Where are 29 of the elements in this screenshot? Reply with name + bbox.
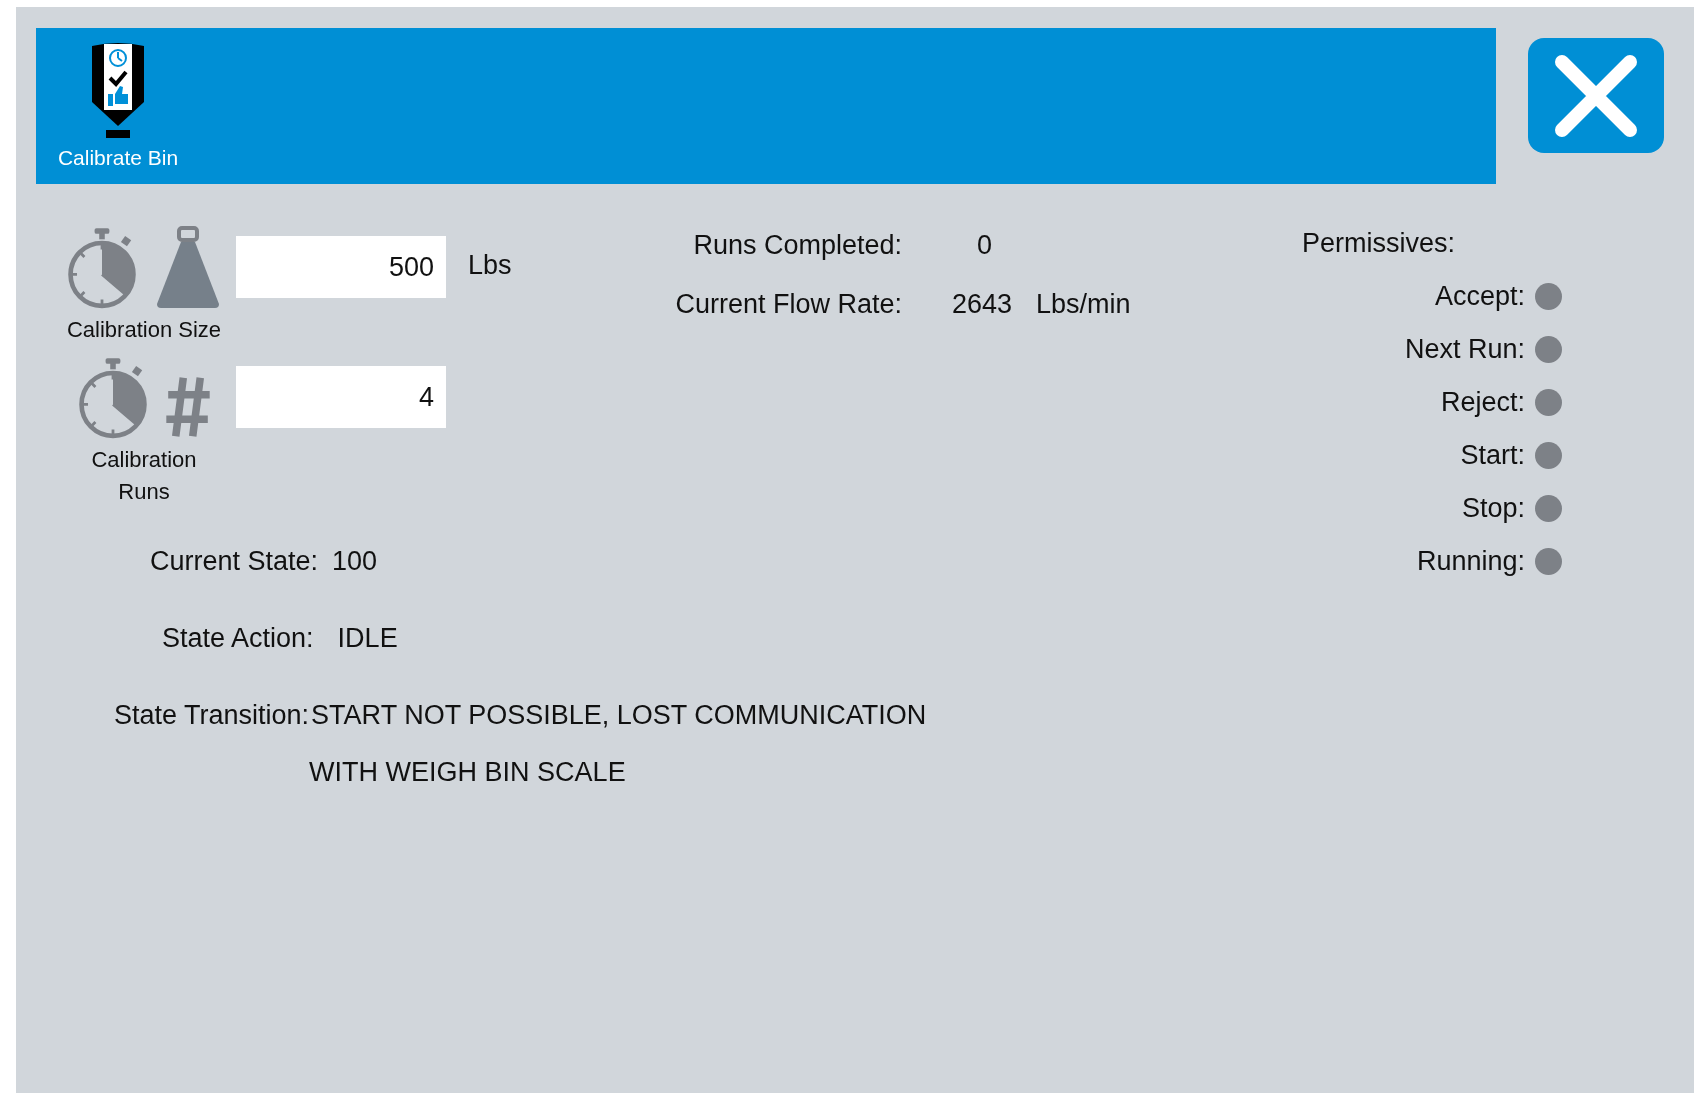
permissive-label: Accept:: [1434, 281, 1525, 312]
flow-rate-unit: Lbs/min: [1036, 289, 1131, 320]
field-label: Calibration Runs: [91, 446, 197, 506]
permissive-label: Next Run:: [1404, 334, 1525, 365]
stopwatch-icon: [76, 356, 150, 440]
stopwatch-icon: [65, 226, 139, 310]
state-transition-label: State Transition:: [114, 700, 310, 732]
close-button[interactable]: [1528, 38, 1664, 153]
current-state-value: 100: [332, 546, 378, 577]
input-field[interactable]: 4: [236, 366, 446, 428]
flow-rate-value: 2643: [950, 289, 1012, 320]
screen-title: Calibrate Bin: [57, 146, 179, 170]
unit-label: Lbs: [468, 250, 512, 281]
field-label: Calibration Size: [66, 316, 222, 344]
runs-completed-label: Runs Completed:: [692, 230, 902, 261]
permissives-title: Permissives:: [1302, 228, 1456, 259]
input-field[interactable]: 500: [236, 236, 446, 298]
hash-icon: [164, 374, 212, 440]
state-action-value: IDLE: [337, 623, 398, 654]
state-action-label: State Action:: [162, 623, 314, 654]
flow-rate-label: Current Flow Rate:: [674, 289, 902, 320]
state-transition-text: START NOT POSSIBLE, LOST COMMUNICATION: [311, 700, 927, 731]
state-transition-text: WITH WEIGH BIN SCALE: [309, 757, 626, 788]
permissive-label: Running:: [1416, 546, 1525, 577]
permissive-label: Stop:: [1461, 493, 1525, 524]
permissive-label: Reject:: [1440, 387, 1525, 418]
runs-completed-value: 0: [975, 230, 992, 261]
permissive-label: Start:: [1460, 440, 1525, 471]
current-state-label: Current State:: [150, 546, 319, 577]
